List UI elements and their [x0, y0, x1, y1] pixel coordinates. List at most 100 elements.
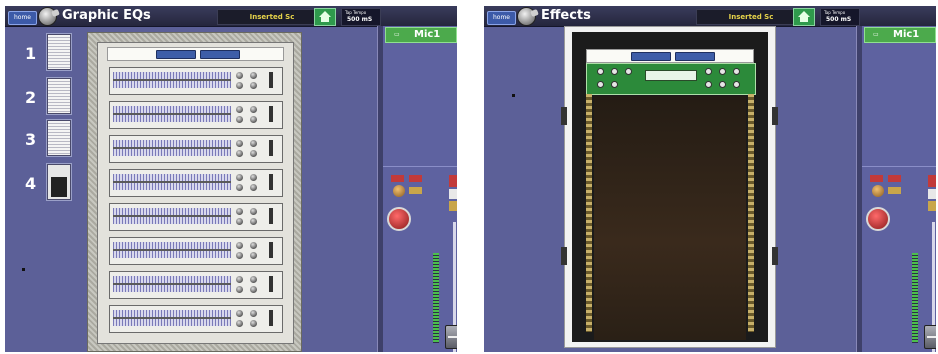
eq-knob-icon[interactable]: [250, 252, 257, 259]
graphic-eq-unit[interactable]: [109, 169, 283, 197]
eq-knob-icon[interactable]: [250, 82, 257, 89]
eq-faders[interactable]: [113, 276, 231, 292]
eq-knob-icon[interactable]: [236, 72, 243, 79]
eq-switch[interactable]: [269, 174, 273, 190]
eq-knob-icon[interactable]: [250, 276, 257, 283]
graphic-eq-unit[interactable]: [109, 305, 283, 333]
eq-knob-icon[interactable]: [250, 150, 257, 157]
rack-header-button-right[interactable]: [200, 50, 240, 59]
eq-knob-icon[interactable]: [250, 218, 257, 225]
rack-header-button-left[interactable]: [156, 50, 196, 59]
eq-knob-icon[interactable]: [236, 310, 243, 317]
eq-knob-icon[interactable]: [250, 174, 257, 181]
effects-knob-icon[interactable]: [611, 81, 618, 88]
home-button[interactable]: home: [487, 11, 516, 25]
eq-knob-icon[interactable]: [236, 150, 243, 157]
eq-faders[interactable]: [113, 242, 231, 258]
eq-switch[interactable]: [269, 242, 273, 258]
arrow-up-icon[interactable]: [449, 189, 457, 199]
eq-switch[interactable]: [269, 72, 273, 88]
home-button[interactable]: home: [8, 11, 37, 25]
graphic-eq-unit[interactable]: [109, 101, 283, 129]
effects-knob-icon[interactable]: [733, 68, 740, 75]
graphic-eq-unit[interactable]: [109, 135, 283, 163]
eq-faders[interactable]: [113, 72, 231, 88]
eq-knob-icon[interactable]: [236, 82, 243, 89]
eq-faders[interactable]: [113, 208, 231, 224]
eq-knob-icon[interactable]: [236, 320, 243, 327]
effects-knob-icon[interactable]: [611, 68, 618, 75]
graphic-eq-unit[interactable]: [109, 271, 283, 299]
eq-knob-icon[interactable]: [236, 252, 243, 259]
eq-knob-icon[interactable]: [236, 286, 243, 293]
eq-knob-icon[interactable]: [236, 242, 243, 249]
eq-knob-icon[interactable]: [250, 208, 257, 215]
preset-button-4[interactable]: [47, 164, 71, 200]
effects-unit[interactable]: [586, 63, 756, 95]
effects-knob-icon[interactable]: [705, 81, 712, 88]
eq-knob-icon[interactable]: [250, 184, 257, 191]
eq-knob-icon[interactable]: [236, 276, 243, 283]
solo-button[interactable]: [888, 175, 901, 182]
effects-knob-icon[interactable]: [705, 68, 712, 75]
graphic-eq-unit[interactable]: [109, 67, 283, 95]
eq-knob-icon[interactable]: [250, 72, 257, 79]
effects-knob-icon[interactable]: [597, 81, 604, 88]
eq-knob-icon[interactable]: [236, 174, 243, 181]
channel-fader[interactable]: [445, 325, 457, 349]
eq-knob-icon[interactable]: [250, 310, 257, 317]
eq-switch[interactable]: [269, 208, 273, 224]
eq-knob-icon[interactable]: [236, 116, 243, 123]
pan-knob-icon[interactable]: [387, 207, 411, 231]
channel-fader[interactable]: [924, 325, 936, 349]
eq-switch[interactable]: [269, 106, 273, 122]
eq-faders[interactable]: [113, 106, 231, 122]
eq-knob-icon[interactable]: [250, 106, 257, 113]
select-button[interactable]: [928, 175, 936, 187]
eq-faders[interactable]: [113, 310, 231, 326]
function-button[interactable]: [409, 187, 422, 194]
home-icon[interactable]: [793, 8, 815, 26]
preset-button-3[interactable]: [47, 120, 71, 156]
tap-tempo-display[interactable]: Tap Tempo 500 mS: [341, 8, 381, 26]
eq-knob-icon[interactable]: [250, 140, 257, 147]
mute-button[interactable]: [391, 175, 404, 182]
function-button[interactable]: [888, 187, 901, 194]
assign-button[interactable]: [928, 201, 936, 211]
gain-knob-icon[interactable]: [393, 185, 405, 197]
eq-switch[interactable]: [269, 310, 273, 326]
effects-knob-icon[interactable]: [719, 81, 726, 88]
arrow-up-icon[interactable]: [928, 189, 936, 199]
eq-knob-icon[interactable]: [236, 208, 243, 215]
eq-knob-icon[interactable]: [250, 242, 257, 249]
eq-knob-icon[interactable]: [250, 320, 257, 327]
eq-switch[interactable]: [269, 276, 273, 292]
rack-header-button-left[interactable]: [631, 52, 671, 61]
rack-header-button-right[interactable]: [675, 52, 715, 61]
select-button[interactable]: [449, 175, 457, 187]
eq-knob-icon[interactable]: [250, 286, 257, 293]
eq-knob-icon[interactable]: [250, 116, 257, 123]
channel-name-badge[interactable]: ▭ Mic1: [385, 27, 457, 43]
eq-knob-icon[interactable]: [236, 106, 243, 113]
pan-knob-icon[interactable]: [866, 207, 890, 231]
eq-faders[interactable]: [113, 140, 231, 156]
gain-knob-icon[interactable]: [872, 185, 884, 197]
preset-button-2[interactable]: [47, 78, 71, 114]
mute-button[interactable]: [870, 175, 883, 182]
graphic-eq-unit[interactable]: [109, 203, 283, 231]
channel-name-badge[interactable]: ▭ Mic1: [864, 27, 936, 43]
preset-button-1[interactable]: [47, 34, 71, 70]
effects-knob-icon[interactable]: [625, 68, 632, 75]
eq-knob-icon[interactable]: [236, 184, 243, 191]
eq-knob-icon[interactable]: [236, 218, 243, 225]
eq-switch[interactable]: [269, 140, 273, 156]
effects-knob-icon[interactable]: [733, 81, 740, 88]
home-icon[interactable]: [314, 8, 336, 26]
graphic-eq-unit[interactable]: [109, 237, 283, 265]
assign-button[interactable]: [449, 201, 457, 211]
eq-knob-icon[interactable]: [236, 140, 243, 147]
effects-knob-icon[interactable]: [597, 68, 604, 75]
eq-faders[interactable]: [113, 174, 231, 190]
empty-rack-space[interactable]: [594, 96, 746, 340]
